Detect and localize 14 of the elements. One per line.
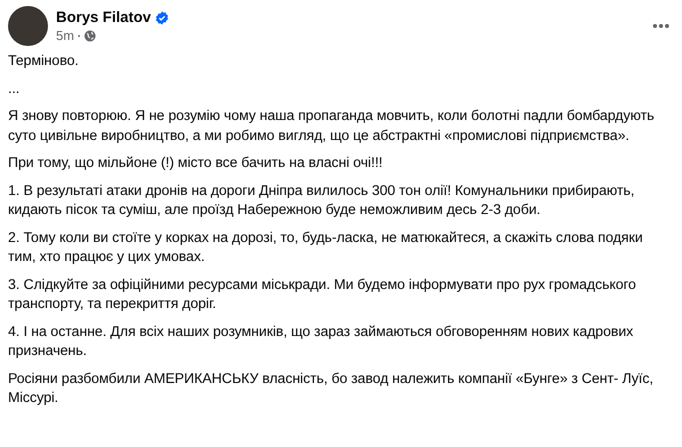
more-options-icon[interactable]	[652, 23, 670, 29]
post-paragraph: При тому, що мільйоне (!) місто все бачить на власні очі!!!	[8, 154, 384, 173]
avatar[interactable]	[8, 6, 48, 46]
post-paragraph: 3. Слідкуйте за офіційними ресурсами міськради. Ми будемо інформувати про рух громадського транспорту, та перекриття доріг.	[8, 276, 637, 314]
post-paragraph: ...	[8, 80, 21, 98]
post-paragraph: Я знову повторюю. Я не розумію чому наша пропаганда мовчить, коли болотні падли бомбардують суто цивільне виробництво, а ми робимо вигляд, що це абстрактні «промислові підприємства».	[8, 107, 656, 146]
post-paragraph: 2. Тому коли ви стоїте у корках на дорозі, то, будь-ласка, не матюкайтеся, а скажіть слова подяки тим, хто працює у цих умовах.	[8, 228, 644, 267]
post-paragraph: Росіяни разбомбили АМЕРИКАНСЬКУ власність, бо завод належить компанії «Бунге» з Сент- Луїс, Міссурі.	[8, 370, 654, 408]
author-name[interactable]: Borys Filatov	[56, 9, 152, 26]
post-time[interactable]: 5m	[56, 28, 74, 43]
post-paragraph: 1. В результаті атаки дронів на дороги Дніпра вилилось 300 тон олії! Комунальники прибирають, кидають пісок та суміш, але проїзд Набережною буде неможливим десь 2-3 доби.	[8, 182, 636, 220]
globe-icon	[84, 30, 96, 42]
post-paragraph: Терміново.	[8, 52, 80, 71]
post-paragraph: 4. І на останне. Для всіх наших розумників, що зараз займаються обговоренням нових кадрових призначень.	[8, 322, 634, 361]
